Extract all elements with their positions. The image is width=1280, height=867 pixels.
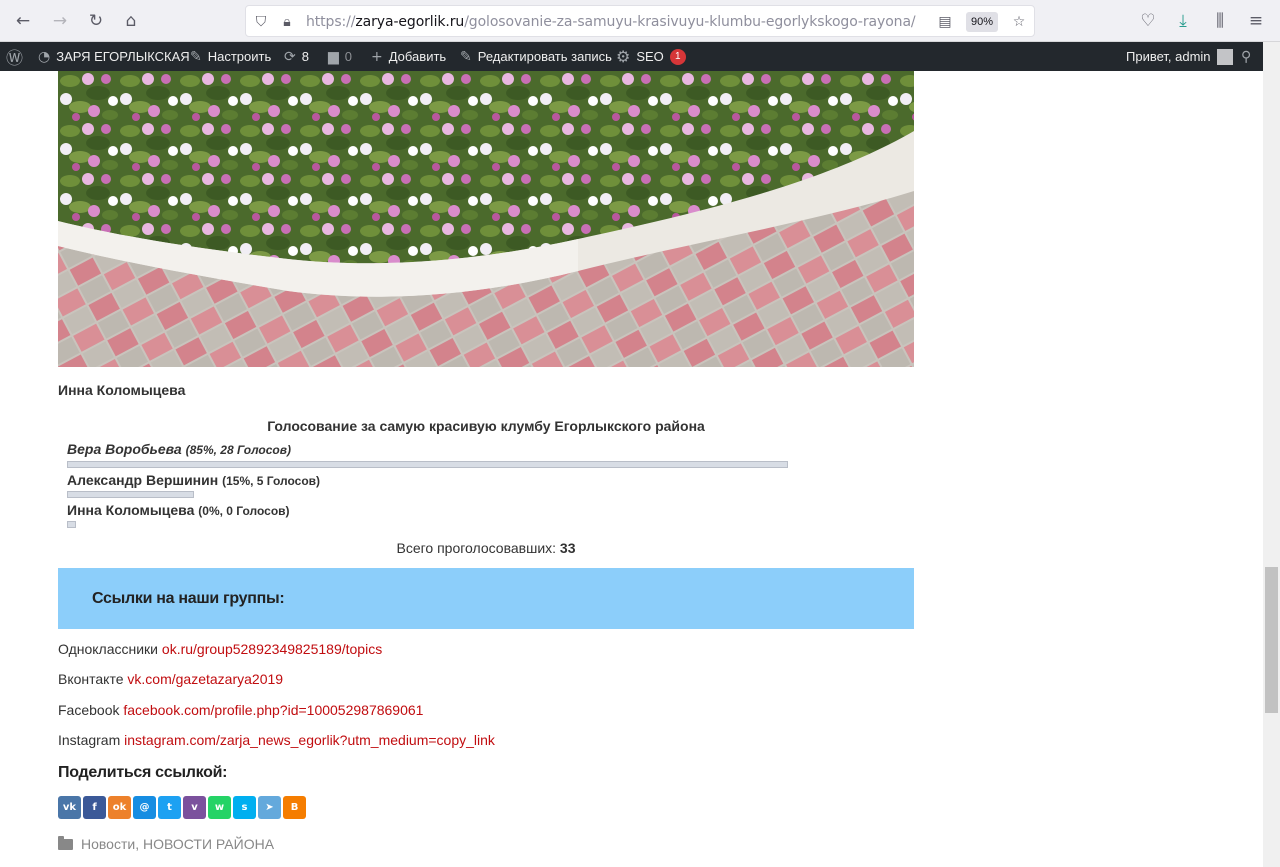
wp-logo-icon[interactable]: Ⓦ (6, 42, 23, 71)
scrollbar-thumb[interactable] (1265, 567, 1278, 713)
customize-link[interactable]: ✎ Настроить (190, 42, 271, 71)
social-link-line: Вконтакте vk.com/gazetazarya2019 (58, 671, 284, 687)
avatar (1216, 48, 1233, 65)
share-telegram-icon[interactable]: ➤ (258, 796, 281, 819)
folder-icon (58, 835, 73, 850)
social-link-line: Одноклассники ok.ru/group52892349825189/… (58, 641, 383, 657)
share-whatsapp-icon[interactable]: w (208, 796, 231, 819)
gear-icon: ⚙ (616, 47, 631, 66)
ok-group-link[interactable]: ok.ru/group52892349825189/topics (162, 641, 382, 657)
edit-post-link[interactable]: ✎ Редактировать запись (460, 42, 612, 71)
account-menu[interactable]: Привет, admin (1126, 42, 1233, 71)
share-odnoklassniki-icon[interactable]: ok (108, 796, 131, 819)
poll-option-name: Инна Коломыцева (67, 502, 195, 518)
share-blogger-icon[interactable]: B (283, 796, 306, 819)
search-icon[interactable]: ⚲ (1241, 42, 1251, 71)
add-new-link[interactable]: + Добавить (371, 42, 446, 71)
brush-icon: ✎ (190, 48, 202, 65)
social-link-line: Facebook facebook.com/profile.php?id=100… (58, 702, 424, 718)
back-icon[interactable]: ← (10, 8, 36, 34)
page-scrollbar[interactable] (1263, 42, 1280, 867)
post-categories: Новости, НОВОСТИ РАЙОНА (58, 835, 274, 852)
pencil-icon: ✎ (460, 48, 472, 65)
dashboard-icon: ◔ (38, 48, 51, 65)
pocket-icon[interactable]: ♡ (1135, 8, 1161, 34)
share-viber-icon[interactable]: v (183, 796, 206, 819)
menu-icon[interactable]: ≡ (1243, 8, 1269, 34)
poll-result-bar (67, 461, 788, 468)
social-link-line: Instagram instagram.com/zarja_news_egorl… (58, 732, 495, 748)
shield-icon[interactable]: ⛉ (252, 13, 270, 31)
poll-option-meta: (0%, 0 Голосов) (198, 504, 290, 518)
site-name-link[interactable]: ◔ ЗАРЯ ЕГОРЛЫКСКАЯ (38, 42, 190, 71)
updates-icon: ⟳ (284, 48, 296, 65)
poll-option: Александр Вершинин (15%, 5 Голосов) (67, 472, 320, 488)
groups-banner: Ссылки на наши группы: (58, 568, 914, 629)
plus-icon: + (371, 48, 383, 65)
library-icon[interactable]: ⫼ (1207, 8, 1233, 34)
poll-title: Голосование за самую красивую клумбу Его… (267, 418, 705, 434)
updates-link[interactable]: ⟳ 8 (284, 42, 309, 71)
browser-toolbar: ← → ↻ ⌂ ⛉ 🔒︎ https://zarya-egorlik.ru/go… (0, 0, 1280, 42)
share-facebook-icon[interactable]: f (83, 796, 106, 819)
home-icon[interactable]: ⌂ (118, 8, 144, 34)
poll-option-name: Вера Воробьева (67, 441, 182, 457)
wp-admin-bar: Ⓦ ◔ ЗАРЯ ЕГОРЛЫКСКАЯ ✎ Настроить ⟳ 8 ▆ 0… (0, 42, 1280, 71)
category-link[interactable]: НОВОСТИ РАЙОНА (143, 836, 274, 852)
poll-option-name: Александр Вершинин (67, 472, 219, 488)
bookmark-star-icon[interactable]: ☆ (1010, 13, 1028, 31)
category-link[interactable]: Новости (81, 836, 135, 852)
instagram-group-link[interactable]: instagram.com/zarja_news_egorlik?utm_med… (124, 732, 495, 748)
share-skype-icon[interactable]: s (233, 796, 256, 819)
poll-result-bar (67, 521, 76, 528)
share-twitter-icon[interactable]: t (158, 796, 181, 819)
downloads-icon[interactable]: ⤓ (1170, 8, 1196, 34)
poll-option: Инна Коломыцева (0%, 0 Голосов) (67, 502, 290, 518)
url-bar[interactable]: ⛉ 🔒︎ https://zarya-egorlik.ru/golosovani… (245, 5, 1035, 37)
vk-group-link[interactable]: vk.com/gazetazarya2019 (127, 671, 283, 687)
flowerbed-photo (58, 71, 914, 367)
poll-result-bar (67, 491, 194, 498)
url-text[interactable]: https://zarya-egorlik.ru/golosovanie-za-… (306, 14, 916, 30)
poll-option: Вера Воробьева (85%, 28 Голосов) (67, 441, 291, 457)
comment-icon: ▆ (328, 48, 339, 65)
seo-menu[interactable]: ⚙ SEO 1 (616, 42, 686, 71)
lock-icon[interactable]: 🔒︎ (278, 13, 296, 31)
poll-option-meta: (85%, 28 Голосов) (185, 443, 291, 457)
share-vk-icon[interactable]: vk (58, 796, 81, 819)
poll-option-meta: (15%, 5 Голосов) (222, 474, 321, 488)
poll-total: Всего проголосовавших: 33 (396, 540, 576, 556)
reader-view-icon[interactable]: ▤ (936, 13, 954, 31)
facebook-group-link[interactable]: facebook.com/profile.php?id=100052987869… (123, 702, 423, 718)
share-moimir-icon[interactable]: @ (133, 796, 156, 819)
reload-icon[interactable]: ↻ (83, 8, 109, 34)
share-title: Поделиться ссылкой: (58, 764, 228, 781)
zoom-level[interactable]: 90% (966, 12, 998, 32)
seo-notification-badge: 1 (669, 48, 686, 65)
forward-icon[interactable]: → (47, 8, 73, 34)
comments-link[interactable]: ▆ 0 (328, 42, 352, 71)
share-buttons: vk f ok @ t v w s ➤ B (58, 796, 306, 819)
poll-total-value: 33 (559, 540, 576, 556)
groups-title: Ссылки на наши группы: (92, 590, 285, 607)
photo-caption: Инна Коломыцева (58, 382, 186, 398)
